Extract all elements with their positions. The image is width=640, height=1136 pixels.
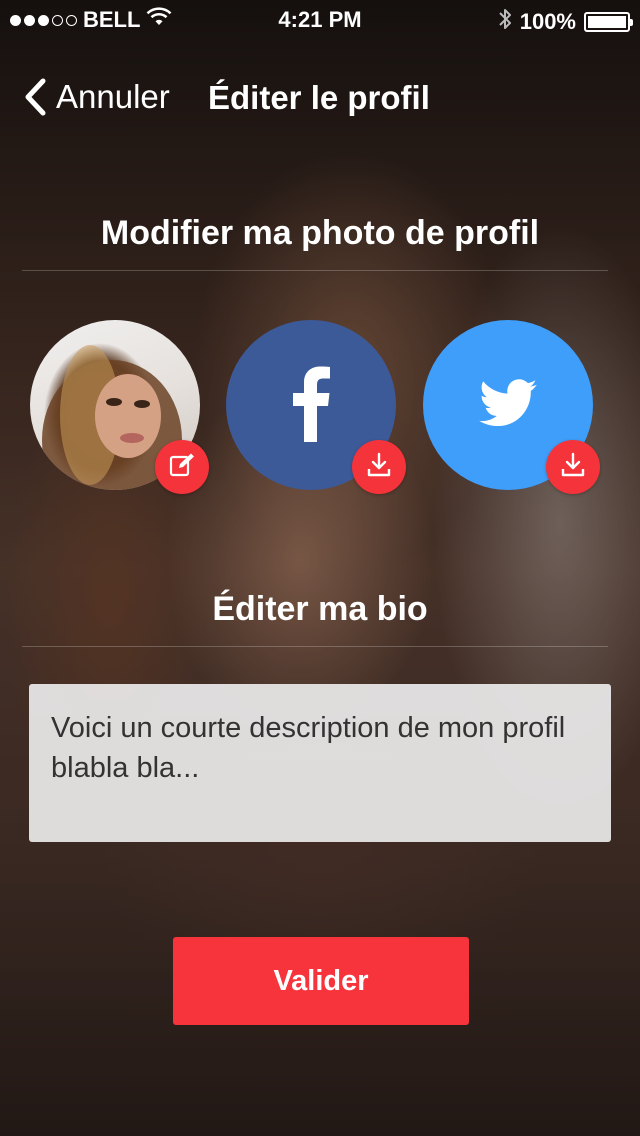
bluetooth-icon [498,7,512,37]
status-right: 100% [498,7,633,37]
status-bar: BELL 4:21 PM 100% [0,0,640,40]
photo-section-title: Modifier ma photo de profil [100,214,540,252]
chevron-left-icon [24,78,46,116]
twitter-download-button[interactable] [546,440,600,494]
twitter-icon [478,378,538,432]
edit-icon [169,452,195,483]
facebook-icon [291,364,331,447]
cancel-button[interactable]: Annuler [24,78,170,116]
cancel-label: Annuler [56,78,170,115]
bio-textarea[interactable]: Voici un courte description de mon profi… [29,684,611,842]
battery-percent: 100% [519,9,576,34]
battery-icon [584,12,633,32]
download-icon [560,452,586,483]
bio-section-title: Éditer ma bio [212,590,428,628]
photo-section-divider [22,270,608,271]
download-icon [366,452,392,483]
battery-fill [588,16,626,28]
navigation-bar: Annuler Éditer le profil [0,70,640,130]
edit-photo-button[interactable] [155,440,209,494]
page-title: Éditer le profil [208,79,430,116]
bio-section-divider [22,646,608,647]
validate-button[interactable]: Valider [173,937,469,1025]
facebook-download-button[interactable] [352,440,406,494]
